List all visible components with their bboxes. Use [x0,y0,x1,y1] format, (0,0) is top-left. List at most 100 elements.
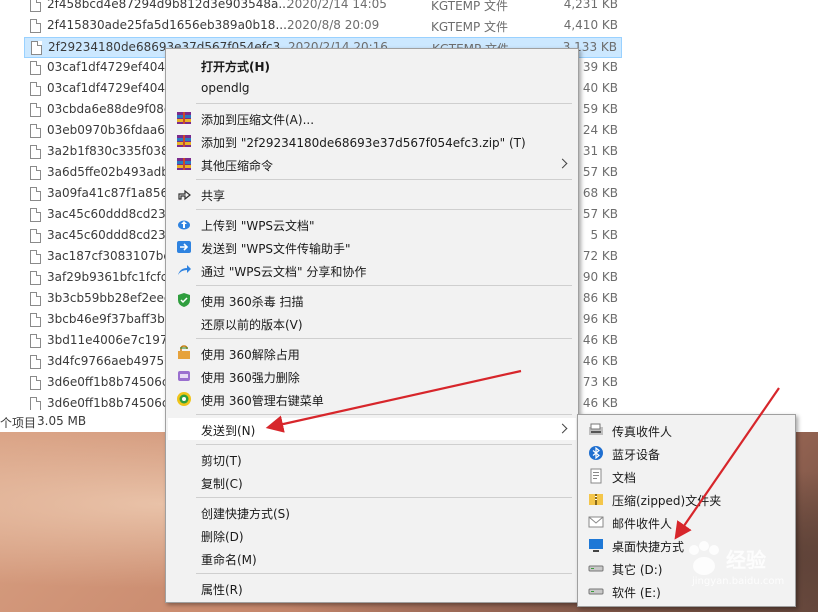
menu-item-3[interactable]: 添加到压缩文件(A)... [168,107,576,129]
file-icon [30,376,41,390]
menu-item-29[interactable]: 属性(R) [168,577,576,599]
file-size: 46 KB [582,333,618,347]
menu-item-10[interactable]: 发送到 "WPS文件传输助手" [168,236,576,258]
file-icon [30,208,41,222]
send-to-item-label: 压缩(zipped)文件夹 [612,494,722,508]
menu-item-14[interactable]: 还原以前的版本(V) [168,312,576,334]
menu-separator [196,573,572,574]
menu-item-4[interactable]: 添加到 "2f29234180de68693e37d567f054efc3.zi… [168,130,576,152]
status-selected-size: 3.05 MB [37,414,87,428]
shred-icon [176,368,192,384]
file-icon [30,124,41,138]
watermark-text: 经验 [726,548,766,572]
file-icon [31,41,42,55]
send-to-item-1[interactable]: 蓝牙设备 [580,442,793,464]
send-to-item-3[interactable]: 压缩(zipped)文件夹 [580,488,793,510]
file-name: 2f415830ade25fa5d1656eb389a0b18... [47,18,287,32]
menu-item-11[interactable]: 通过 "WPS云文档" 分享和协作 [168,259,576,281]
menu-item-20[interactable]: 发送到(N) [168,418,576,440]
send-to-item-4[interactable]: 邮件收件人 [580,511,793,533]
menu-item-25[interactable]: 创建快捷方式(S) [168,501,576,523]
menu-item-16[interactable]: 使用 360解除占用 [168,342,576,364]
menu-separator [196,179,572,180]
file-size: 4,231 KB [563,0,618,11]
winrar-icon [176,156,192,172]
menu-item-label: 创建快捷方式(S) [201,507,290,521]
file-name: 03eb0970b36fdaa6c [47,123,172,137]
file-size: 24 KB [582,123,618,137]
menu-item-label: opendlg [201,81,250,95]
menu-item-label: 通过 "WPS云文档" 分享和协作 [201,265,367,279]
file-size: 39 KB [582,60,618,74]
file-row[interactable]: 2f415830ade25fa5d1656eb389a0b18... 2020/8… [24,16,622,37]
unlock-icon [176,345,192,361]
file-name: 3bcb46e9f37baff3bb [47,312,173,326]
menu-item-27[interactable]: 重命名(M) [168,547,576,569]
file-type: KGTEMP 文件 [431,20,509,34]
menu-item-18[interactable]: 使用 360管理右键菜单 [168,388,576,410]
menu-item-22[interactable]: 剪切(T) [168,448,576,470]
menu-item-26[interactable]: 删除(D) [168,524,576,546]
file-name: 03cbda6e88de9f08c [47,102,171,116]
drive-icon [588,560,604,576]
menu-item-1[interactable]: opendlg [168,77,576,99]
fax-icon [588,422,604,438]
menu-item-13[interactable]: 使用 360杀毒 扫描 [168,289,576,311]
file-name: 2f458bcd4e87294d9b812d3e903548a... [47,0,290,11]
file-name: 3a2b1f830c335f0383 [47,144,177,158]
menu-item-label: 发送到(N) [201,424,256,438]
file-size: 68 KB [582,186,618,200]
file-icon [30,166,41,180]
file-icon [30,103,41,117]
share-arrow-icon [176,262,192,278]
file-size: 46 KB [582,396,618,410]
menu-separator [196,209,572,210]
winrar-icon [176,110,192,126]
cloud-upload-icon [176,216,192,232]
menu-item-7[interactable]: 共享 [168,183,576,205]
file-icon [30,355,41,369]
file-size: 72 KB [582,249,618,263]
file-name: 3d4fc9766aeb49750 [47,354,172,368]
menu-item-label: 复制(C) [201,477,243,491]
menu-separator [196,103,572,104]
menu-separator [196,338,572,339]
send-to-item-0[interactable]: 传真收件人 [580,419,793,441]
send-to-item-label: 文档 [612,471,637,485]
file-icon [30,229,41,243]
menu-item-23[interactable]: 复制(C) [168,471,576,493]
menu-item-9[interactable]: 上传到 "WPS云文档" [168,213,576,235]
file-icon [30,397,41,411]
file-icon [30,271,41,285]
menu-separator [196,285,572,286]
menu-separator [196,414,572,415]
documents-icon [588,468,604,484]
file-size: 73 KB [582,375,618,389]
file-row[interactable]: 2f458bcd4e87294d9b812d3e903548a... 2020/2… [24,0,622,16]
bluetooth-icon [588,445,604,461]
file-size: 46 KB [582,354,618,368]
share-icon [176,186,192,202]
menu-item-label: 还原以前的版本(V) [201,318,303,332]
file-date: 2020/2/14 14:05 [287,0,387,11]
menu-item-17[interactable]: 使用 360强力删除 [168,365,576,387]
menu-item-label: 重命名(M) [201,553,257,567]
menu-item-label: 添加到压缩文件(A)... [201,113,315,127]
paw-icon [689,541,719,575]
menu-item-label: 上传到 "WPS云文档" [201,219,315,233]
menu-item-5[interactable]: 其他压缩命令 [168,153,576,175]
watermark-url: jingyan.baidu.com [692,576,785,587]
file-icon [30,313,41,327]
zip-folder-icon [588,491,604,507]
file-icon [30,0,41,12]
menu-item-label: 打开方式(H) [201,60,271,74]
menu-item-0[interactable]: 打开方式(H) [168,54,576,76]
file-name: 03caf1df4729ef4043 [47,81,173,95]
menu-item-label: 使用 360解除占用 [201,348,300,362]
menu-item-label: 使用 360强力删除 [201,371,300,385]
send-to-item-2[interactable]: 文档 [580,465,793,487]
menu-item-label: 删除(D) [201,530,244,544]
menu-item-label: 发送到 "WPS文件传输助手" [201,242,351,256]
menu-item-label: 属性(R) [201,583,243,597]
menu-item-label: 使用 360管理右键菜单 [201,394,324,408]
